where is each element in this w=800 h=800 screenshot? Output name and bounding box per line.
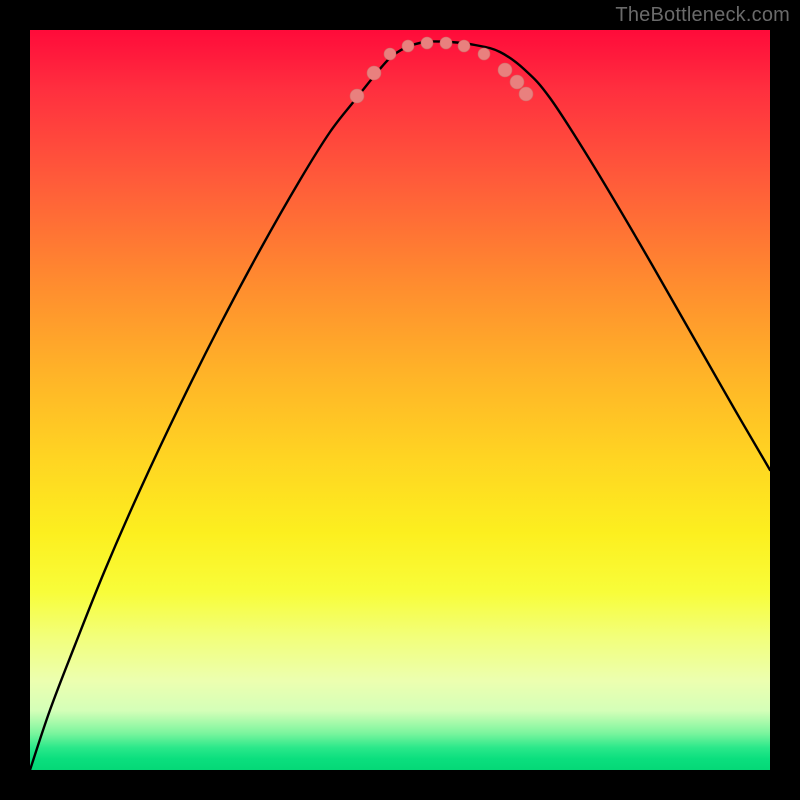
curve-marker (498, 63, 512, 77)
chart-frame: TheBottleneck.com (0, 0, 800, 800)
curve-marker (458, 40, 470, 52)
curve-marker (421, 37, 433, 49)
curve-svg (30, 30, 770, 770)
curve-marker (440, 37, 452, 49)
curve-marker (350, 89, 364, 103)
curve-marker (402, 40, 414, 52)
curve-markers (350, 37, 533, 103)
curve-marker (384, 48, 396, 60)
plot-area (30, 30, 770, 770)
curve-marker (478, 48, 490, 60)
watermark-text: TheBottleneck.com (615, 4, 790, 27)
bottleneck-curve (30, 41, 770, 770)
curve-marker (510, 75, 524, 89)
curve-marker (519, 87, 533, 101)
curve-marker (367, 66, 381, 80)
